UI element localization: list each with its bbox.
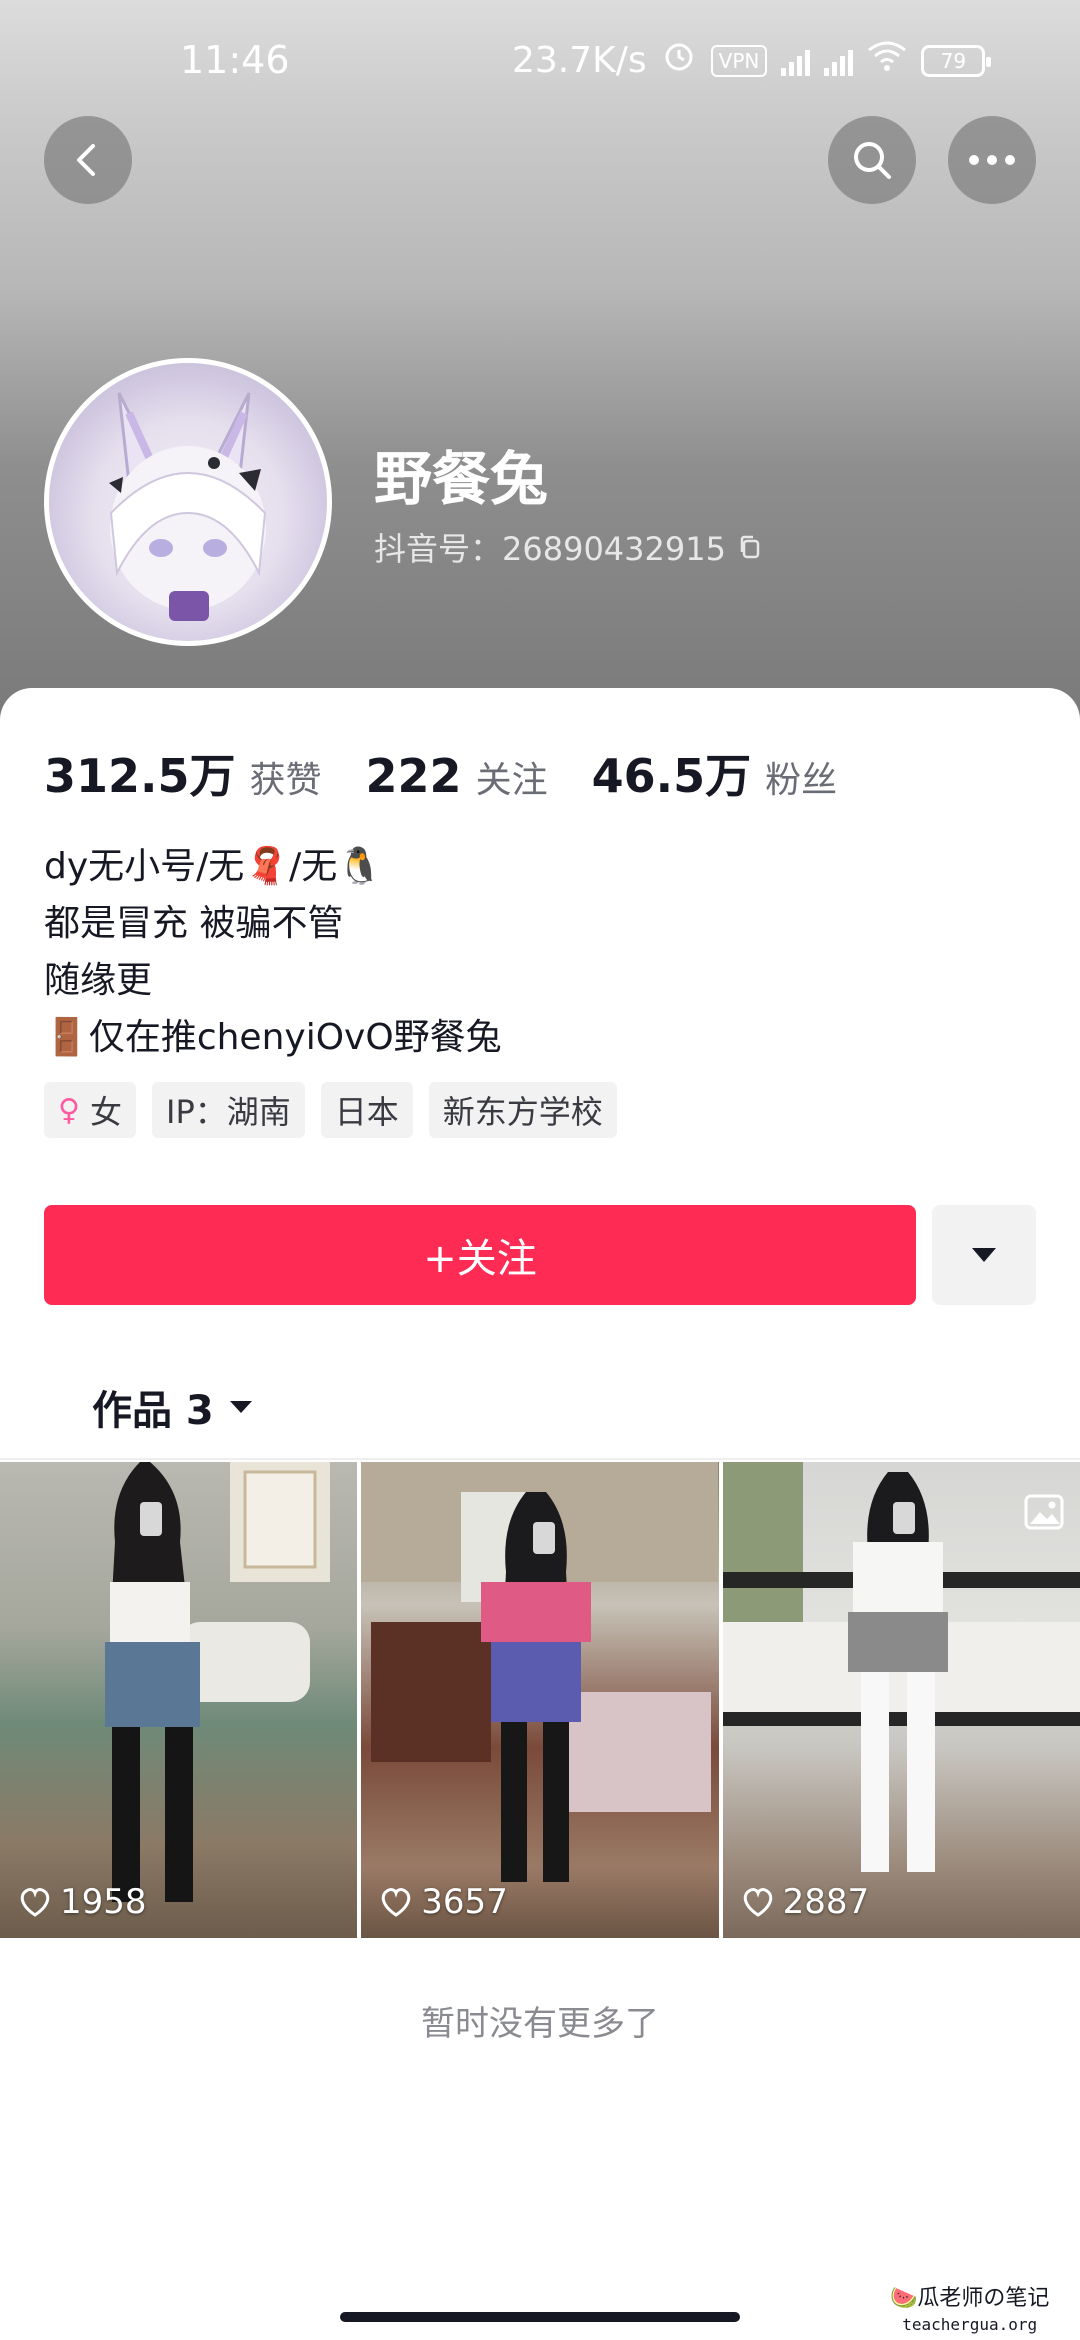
female-icon: ♀ [58,1092,80,1128]
video-thumbnail-image [361,1462,719,1882]
chevron-left-icon [77,144,95,176]
profile-bio: dy无小号/无🧣/无🐧 都是冒充 被骗不管 随缘更 🚪仅在推chenyiOvO野… [44,838,502,1066]
profile-username: 野餐兔 [374,445,549,513]
video-thumbnail[interactable]: 2887 [722,1462,1080,1938]
tag-region: 日本 [320,1082,413,1138]
tag-ip-text: IP：湖南 [166,1093,291,1131]
like-count-value: 1958 [60,1882,147,1922]
signal-icon-2 [824,46,854,76]
heart-icon [743,1888,772,1917]
stat-likes[interactable]: 312.5万 获赞 [44,740,322,806]
douyin-id[interactable]: 抖音号：26890432915 [374,524,764,570]
tag-school[interactable]: 新东方学校 [428,1082,617,1138]
avatar[interactable] [44,358,332,646]
bio-line: 都是冒充 被骗不管 [44,903,344,944]
alarm-icon [661,38,697,83]
heart-icon [382,1888,411,1917]
vpn-badge: VPN [710,44,768,77]
bio-line: 🚪仅在推chenyiOvO野餐兔 [44,1017,502,1058]
back-button[interactable] [44,116,132,204]
like-count: 1958 [18,1882,147,1922]
more-icon [969,155,1015,165]
status-time: 11:46 [180,38,290,82]
profile-stats: 312.5万 获赞 222 关注 46.5万 粉丝 [44,740,881,806]
avatar-illustration [109,392,267,621]
works-divider [0,1458,1080,1460]
like-count-value: 2887 [782,1882,870,1922]
follow-button[interactable]: +关注 [44,1205,916,1305]
watermark-title: 🍉瓜老师の笔记 [890,2286,1050,2311]
wifi-icon [867,40,907,81]
bio-line: 随缘更 [44,960,153,1001]
like-count: 3657 [379,1882,508,1922]
follow-button-label: +关注 [423,1236,537,1282]
more-button[interactable] [948,116,1036,204]
copy-icon[interactable] [736,533,764,561]
caret-down-icon [972,1248,996,1262]
image-post-icon [1022,1490,1066,1538]
profile-tags: ♀ 女 IP：湖南 日本 新东方学校 [44,1082,617,1138]
heart-icon [20,1888,50,1917]
battery-icon: 79 [921,44,992,77]
video-thumbnail[interactable]: 3657 [361,1462,719,1938]
tab-works-label: 作品 3 [92,1388,214,1434]
home-indicator[interactable] [340,2312,740,2322]
stat-likes-value: 312.5万 [44,749,236,803]
video-grid: 1958 3657 2887 [0,1462,1080,1938]
search-icon [854,142,891,179]
tag-school-text: 新东方学校 [442,1093,603,1131]
caret-down-icon [229,1401,252,1413]
tag-gender: ♀ 女 [44,1082,136,1138]
stat-followers-label: 粉丝 [765,760,838,801]
search-button[interactable] [828,116,916,204]
like-count: 2887 [741,1882,870,1922]
stat-likes-label: 获赞 [249,760,322,801]
stat-followers-value: 46.5万 [591,749,752,803]
network-speed: 23.7K/s [512,40,647,81]
status-indicators: 23.7K/s VPN 79 [512,38,992,83]
tag-gender-text: 女 [89,1093,122,1131]
douyin-id-text: 抖音号：26890432915 [374,530,726,568]
tag-region-text: 日本 [334,1093,399,1131]
tag-ip: IP：湖南 [152,1082,305,1138]
no-more-text: 暂时没有更多了 [421,2004,659,2044]
stat-following-value: 222 [365,749,462,803]
signal-icon [781,46,811,76]
watermark: 🍉瓜老师の笔记 teachergua.org [890,2286,1049,2338]
video-thumbnail[interactable]: 1958 [0,1462,358,1938]
bio-line: dy无小号/无🧣/无🐧 [44,846,383,887]
stat-following-label: 关注 [475,760,548,801]
stat-followers[interactable]: 46.5万 粉丝 [592,740,838,806]
status-bar: 11:46 23.7K/s VPN 79 [0,30,1080,90]
like-count-value: 3657 [421,1882,508,1922]
recommend-dropdown-button[interactable] [932,1205,1036,1305]
video-thumbnail-image [105,1462,330,1902]
tab-works[interactable]: 作品 3 [92,1378,254,1436]
stat-following[interactable]: 222 关注 [366,749,548,803]
watermark-url: teachergua.org [902,2315,1038,2334]
